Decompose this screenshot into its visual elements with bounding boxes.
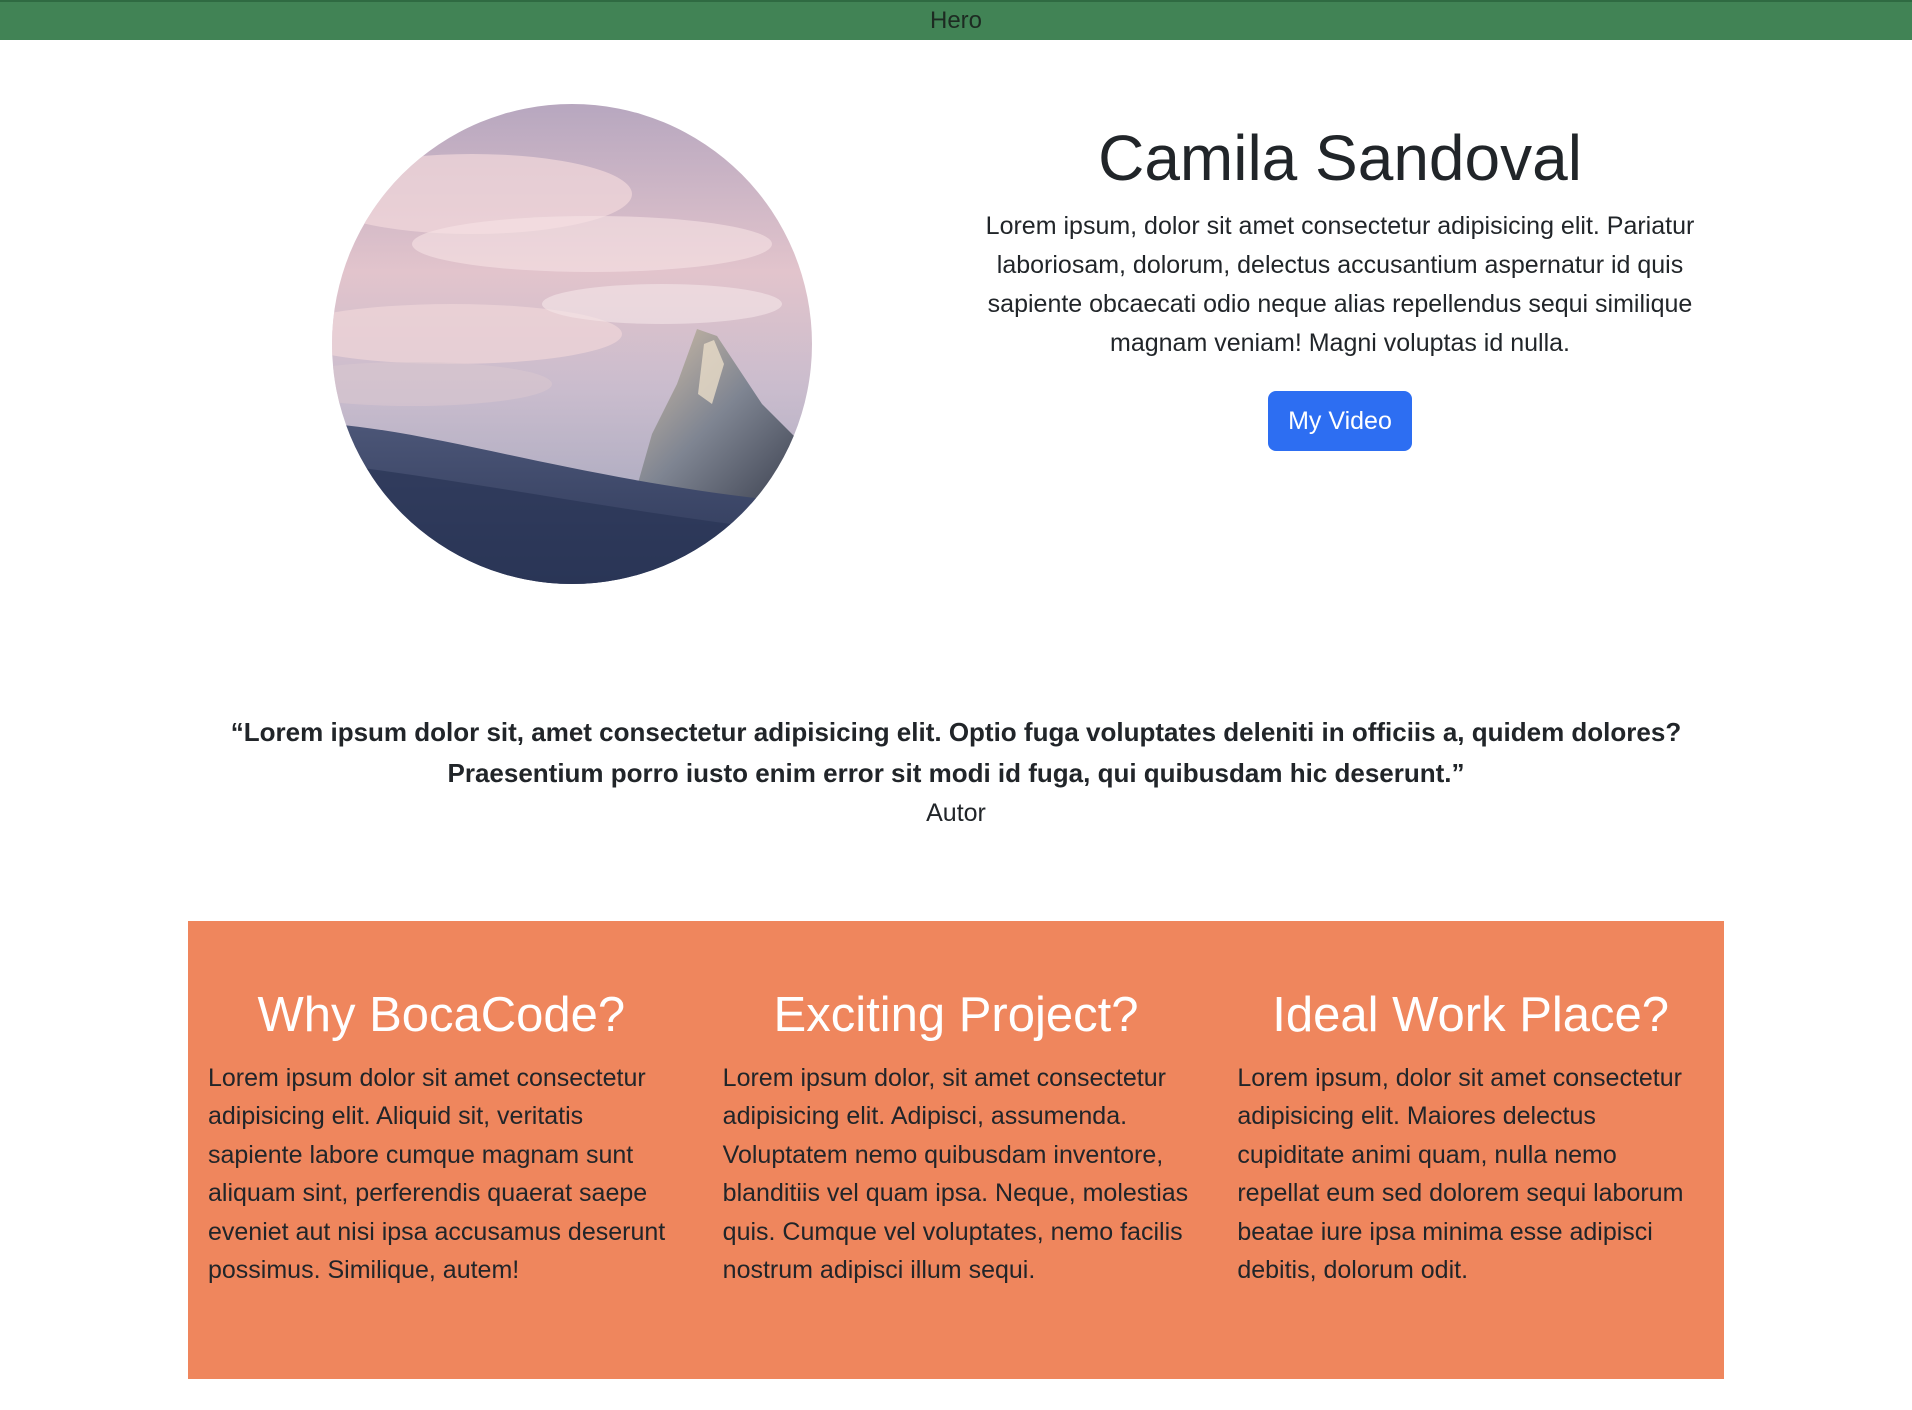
features-section: Why BocaCode? Lorem ipsum dolor sit amet… <box>188 921 1724 1379</box>
hero-photo <box>332 104 812 584</box>
hero-name-heading: Camila Sandoval <box>1098 122 1582 194</box>
feature-column: Why BocaCode? Lorem ipsum dolor sit amet… <box>208 986 675 1379</box>
feature-column: Ideal Work Place? Lorem ipsum, dolor sit… <box>1237 986 1704 1379</box>
top-banner: Hero <box>0 0 1912 40</box>
quote-author: Autor <box>926 799 986 827</box>
feature-body: Lorem ipsum, dolor sit amet consectetur … <box>1237 1063 1684 1285</box>
top-banner-title: Hero <box>929 7 983 34</box>
my-video-button[interactable]: My Video <box>1268 390 1412 451</box>
feature-title: Ideal Work Place? <box>1272 988 1670 1042</box>
feature-column: Exciting Project? Lorem ipsum dolor, sit… <box>723 986 1190 1379</box>
feature-title: Exciting Project? <box>773 988 1139 1042</box>
quote-block: “Lorem ipsum dolor sit, amet consectetur… <box>180 712 1732 832</box>
feature-body: Lorem ipsum dolor sit amet consectetur a… <box>208 1063 666 1285</box>
quote-text: “Lorem ipsum dolor sit, amet consectetur… <box>230 717 1682 788</box>
hero-description: Lorem ipsum, dolor sit amet consectetur … <box>985 211 1695 357</box>
hero-text-block: Camila Sandoval Lorem ipsum, dolor sit a… <box>970 120 1710 451</box>
feature-title: Why BocaCode? <box>257 988 626 1042</box>
feature-body: Lorem ipsum dolor, sit amet consectetur … <box>722 1063 1189 1285</box>
mountain-photo-illustration <box>332 104 812 584</box>
